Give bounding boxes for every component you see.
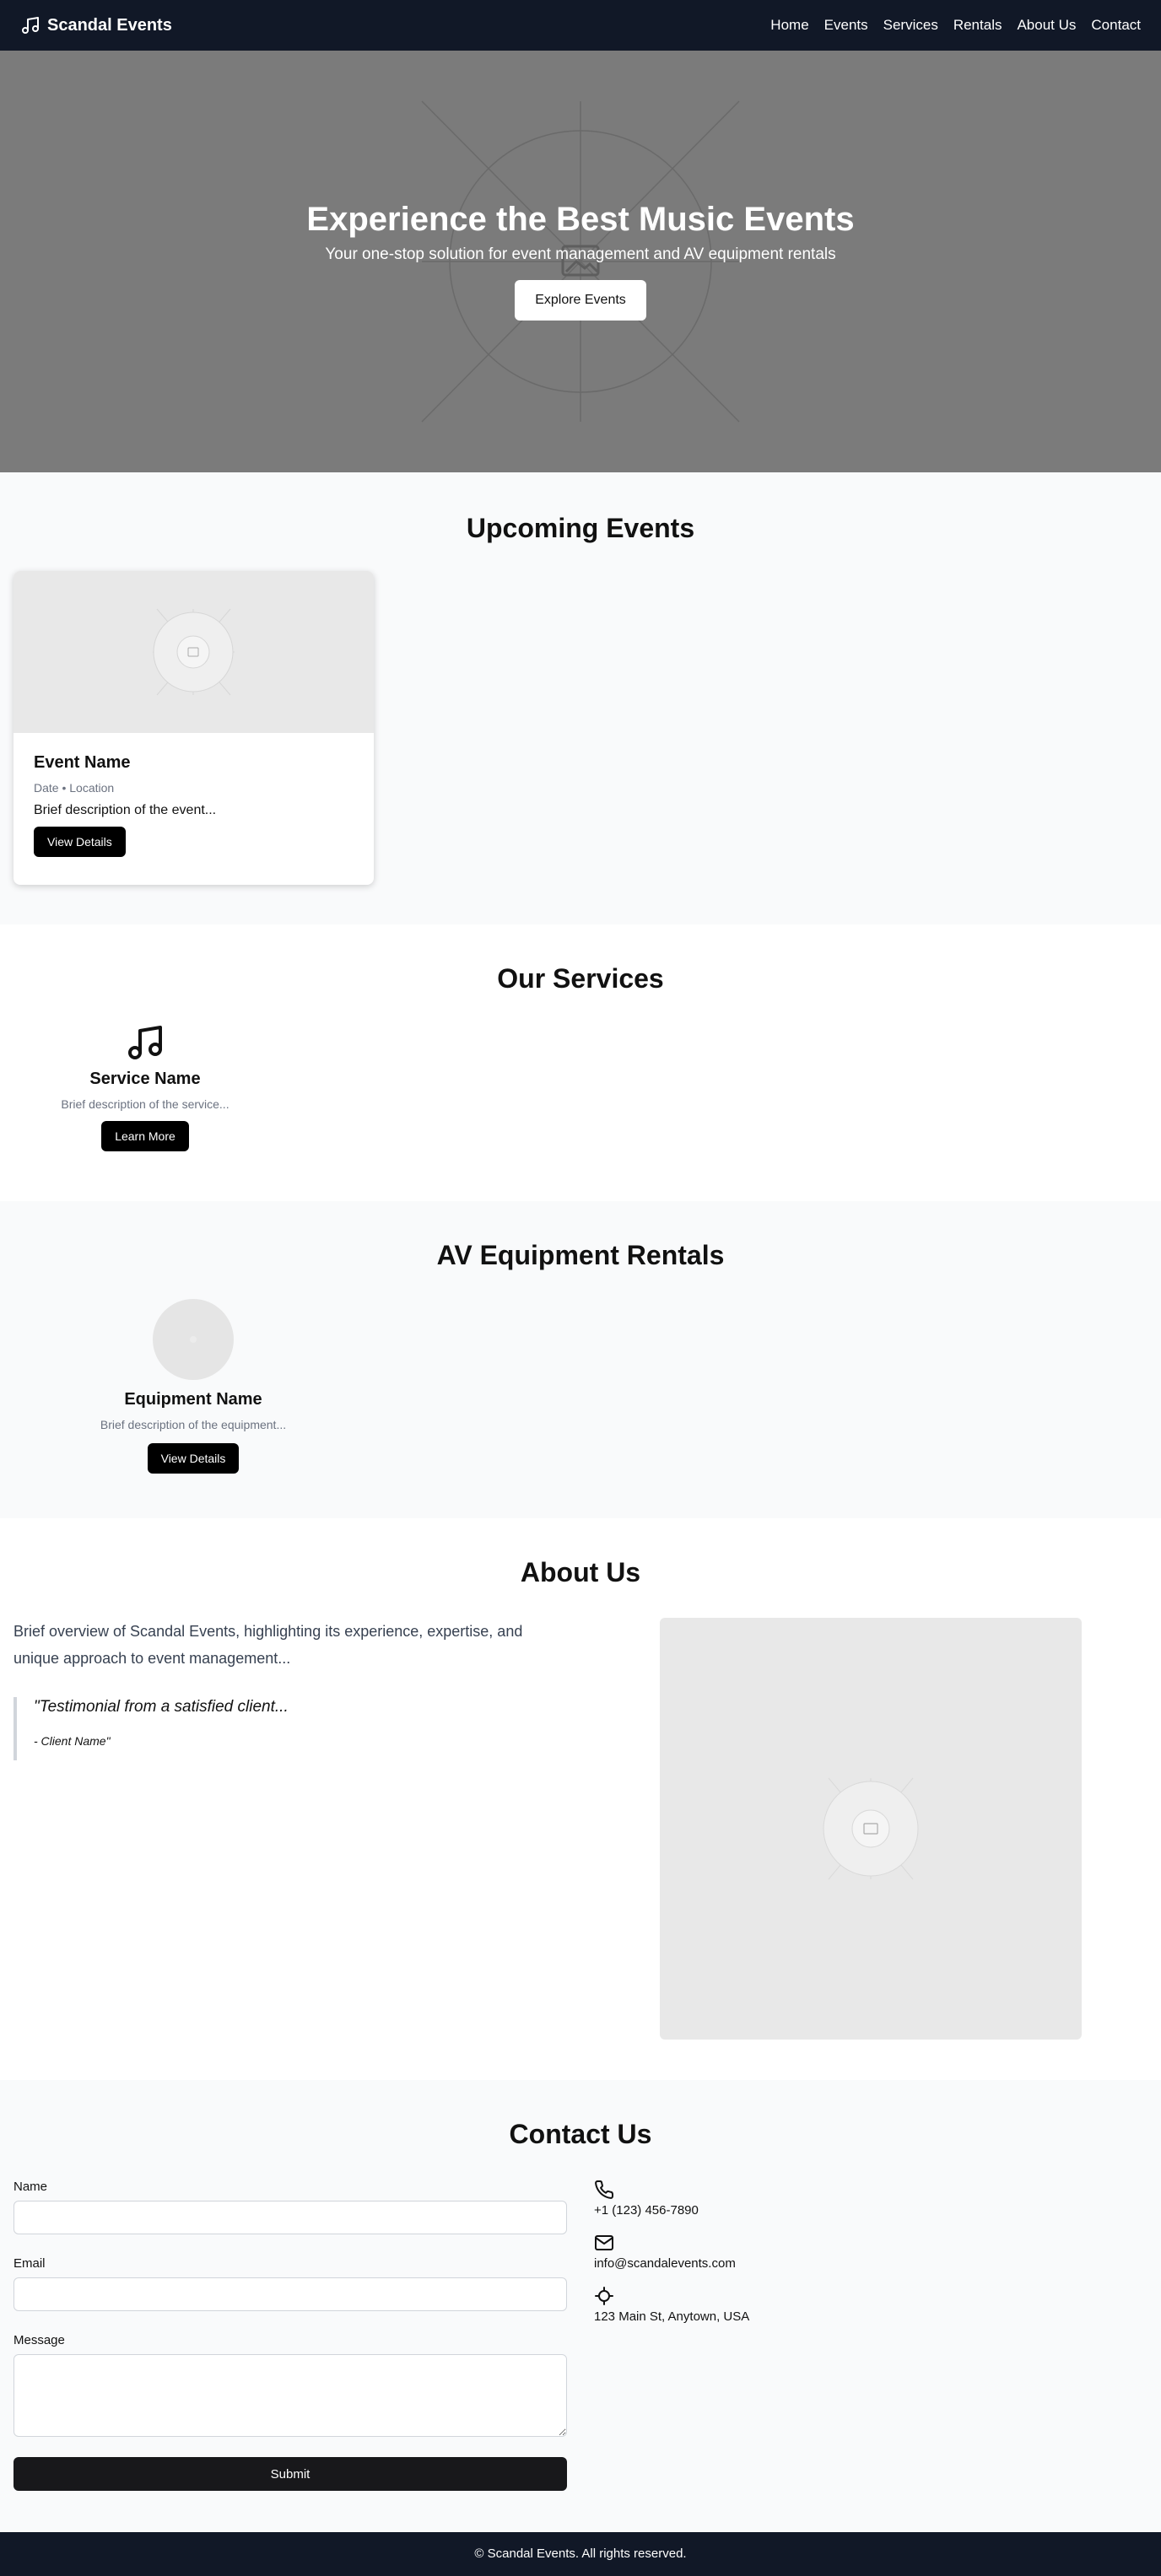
event-view-details-button[interactable]: View Details	[34, 827, 126, 857]
nav-link-events[interactable]: Events	[824, 17, 868, 34]
name-label: Name	[14, 2180, 48, 2194]
phone-text: +1 (123) 456-7890	[594, 2203, 699, 2218]
event-description: Brief description of the event...	[34, 803, 217, 817]
event-card: Event Name Date • Location Brief descrip…	[14, 571, 374, 885]
address-text: 123 Main St, Anytown, USA	[594, 2309, 750, 2324]
events-title: Upcoming Events	[466, 513, 695, 543]
phone-icon	[595, 2180, 614, 2199]
contact-address: 123 Main St, Anytown, USA	[594, 2286, 932, 2324]
service-card: Service Name Brief description of the se…	[14, 1022, 277, 1151]
nav-link-home[interactable]: Home	[770, 17, 808, 34]
mail-icon	[595, 2235, 613, 2250]
music-note-icon	[22, 17, 39, 34]
nav-link-services[interactable]: Services	[883, 17, 938, 34]
submit-button[interactable]: Submit	[14, 2457, 567, 2491]
contact-phone: +1 (123) 456-7890	[594, 2180, 932, 2218]
footer-copyright: © Scandal Events. All rights reserved.	[474, 2546, 687, 2561]
testimonial-author: - Client Name"	[34, 1734, 111, 1748]
equipment-image	[153, 1299, 234, 1380]
learn-more-button[interactable]: Learn More	[101, 1121, 189, 1151]
hero-banner: Experience the Best Music Events Your on…	[0, 51, 1161, 472]
contact-email: info@scandalevents.com	[594, 2233, 932, 2271]
image-placeholder-icon	[190, 1336, 197, 1343]
hero-content: Experience the Best Music Events Your on…	[0, 199, 1161, 321]
contact-section: Contact Us Name Email Message Submit +1 …	[0, 2080, 1161, 2532]
equipment-name: Equipment Name	[124, 1390, 262, 1409]
hero-title: Experience the Best Music Events	[306, 201, 855, 238]
contact-info: +1 (123) 456-7890 info@scandalevents.com…	[594, 2180, 932, 2339]
nav-links: Home Events Services Rentals About Us Co…	[770, 17, 1141, 34]
location-icon	[595, 2287, 613, 2305]
hero-subtitle: Your one-stop solution for event managem…	[325, 245, 836, 263]
brand-name: Scandal Events	[47, 15, 172, 35]
event-image	[14, 571, 374, 733]
rentals-section: AV Equipment Rentals Equipment Name Brie…	[0, 1201, 1161, 1518]
event-meta: Date • Location	[34, 781, 115, 795]
email-label: Email	[14, 2256, 46, 2271]
contact-title: Contact Us	[509, 2119, 652, 2149]
top-navbar: Scandal Events Home Events Services Rent…	[0, 0, 1161, 51]
nav-link-rentals[interactable]: Rentals	[953, 17, 1002, 34]
rentals-title: AV Equipment Rentals	[436, 1240, 725, 1270]
service-name: Service Name	[89, 1070, 201, 1088]
services-section: Our Services Service Name Brief descript…	[0, 924, 1161, 1201]
explore-events-button[interactable]: Explore Events	[515, 280, 646, 321]
email-field[interactable]	[14, 2277, 567, 2311]
testimonial-text: "Testimonial from a satisfied client...	[34, 1698, 289, 1716]
contact-form: Name Email Message Submit	[14, 2180, 567, 2491]
about-title: About Us	[520, 1557, 641, 1587]
equipment-description: Brief description of the equipment...	[100, 1418, 287, 1431]
services-title: Our Services	[497, 963, 664, 994]
footer: © Scandal Events. All rights reserved.	[0, 2532, 1161, 2576]
event-card-body: Event Name Date • Location Brief descrip…	[14, 733, 374, 877]
message-field[interactable]	[14, 2354, 567, 2437]
equipment-view-details-button[interactable]: View Details	[147, 1443, 240, 1474]
about-image	[660, 1618, 1082, 2040]
nav-link-contact[interactable]: Contact	[1091, 17, 1141, 34]
service-description: Brief description of the service...	[61, 1097, 230, 1111]
about-section: About Us Brief overview of Scandal Event…	[0, 1518, 1161, 2080]
image-placeholder-icon	[153, 608, 235, 696]
email-text: info@scandalevents.com	[594, 2256, 736, 2271]
music-note-icon	[128, 1026, 162, 1059]
testimonial: "Testimonial from a satisfied client... …	[14, 1697, 570, 1760]
name-field[interactable]	[14, 2201, 567, 2234]
events-section: Upcoming Events Event Name Date • Locati…	[0, 472, 1161, 924]
brand[interactable]: Scandal Events	[20, 15, 172, 35]
message-label: Message	[14, 2333, 65, 2347]
event-name: Event Name	[34, 753, 131, 772]
rental-card: Equipment Name Brief description of the …	[14, 1299, 373, 1474]
about-text: Brief overview of Scandal Events, highli…	[14, 1623, 523, 1667]
image-placeholder-icon	[823, 1777, 919, 1880]
nav-link-about[interactable]: About Us	[1017, 17, 1076, 34]
